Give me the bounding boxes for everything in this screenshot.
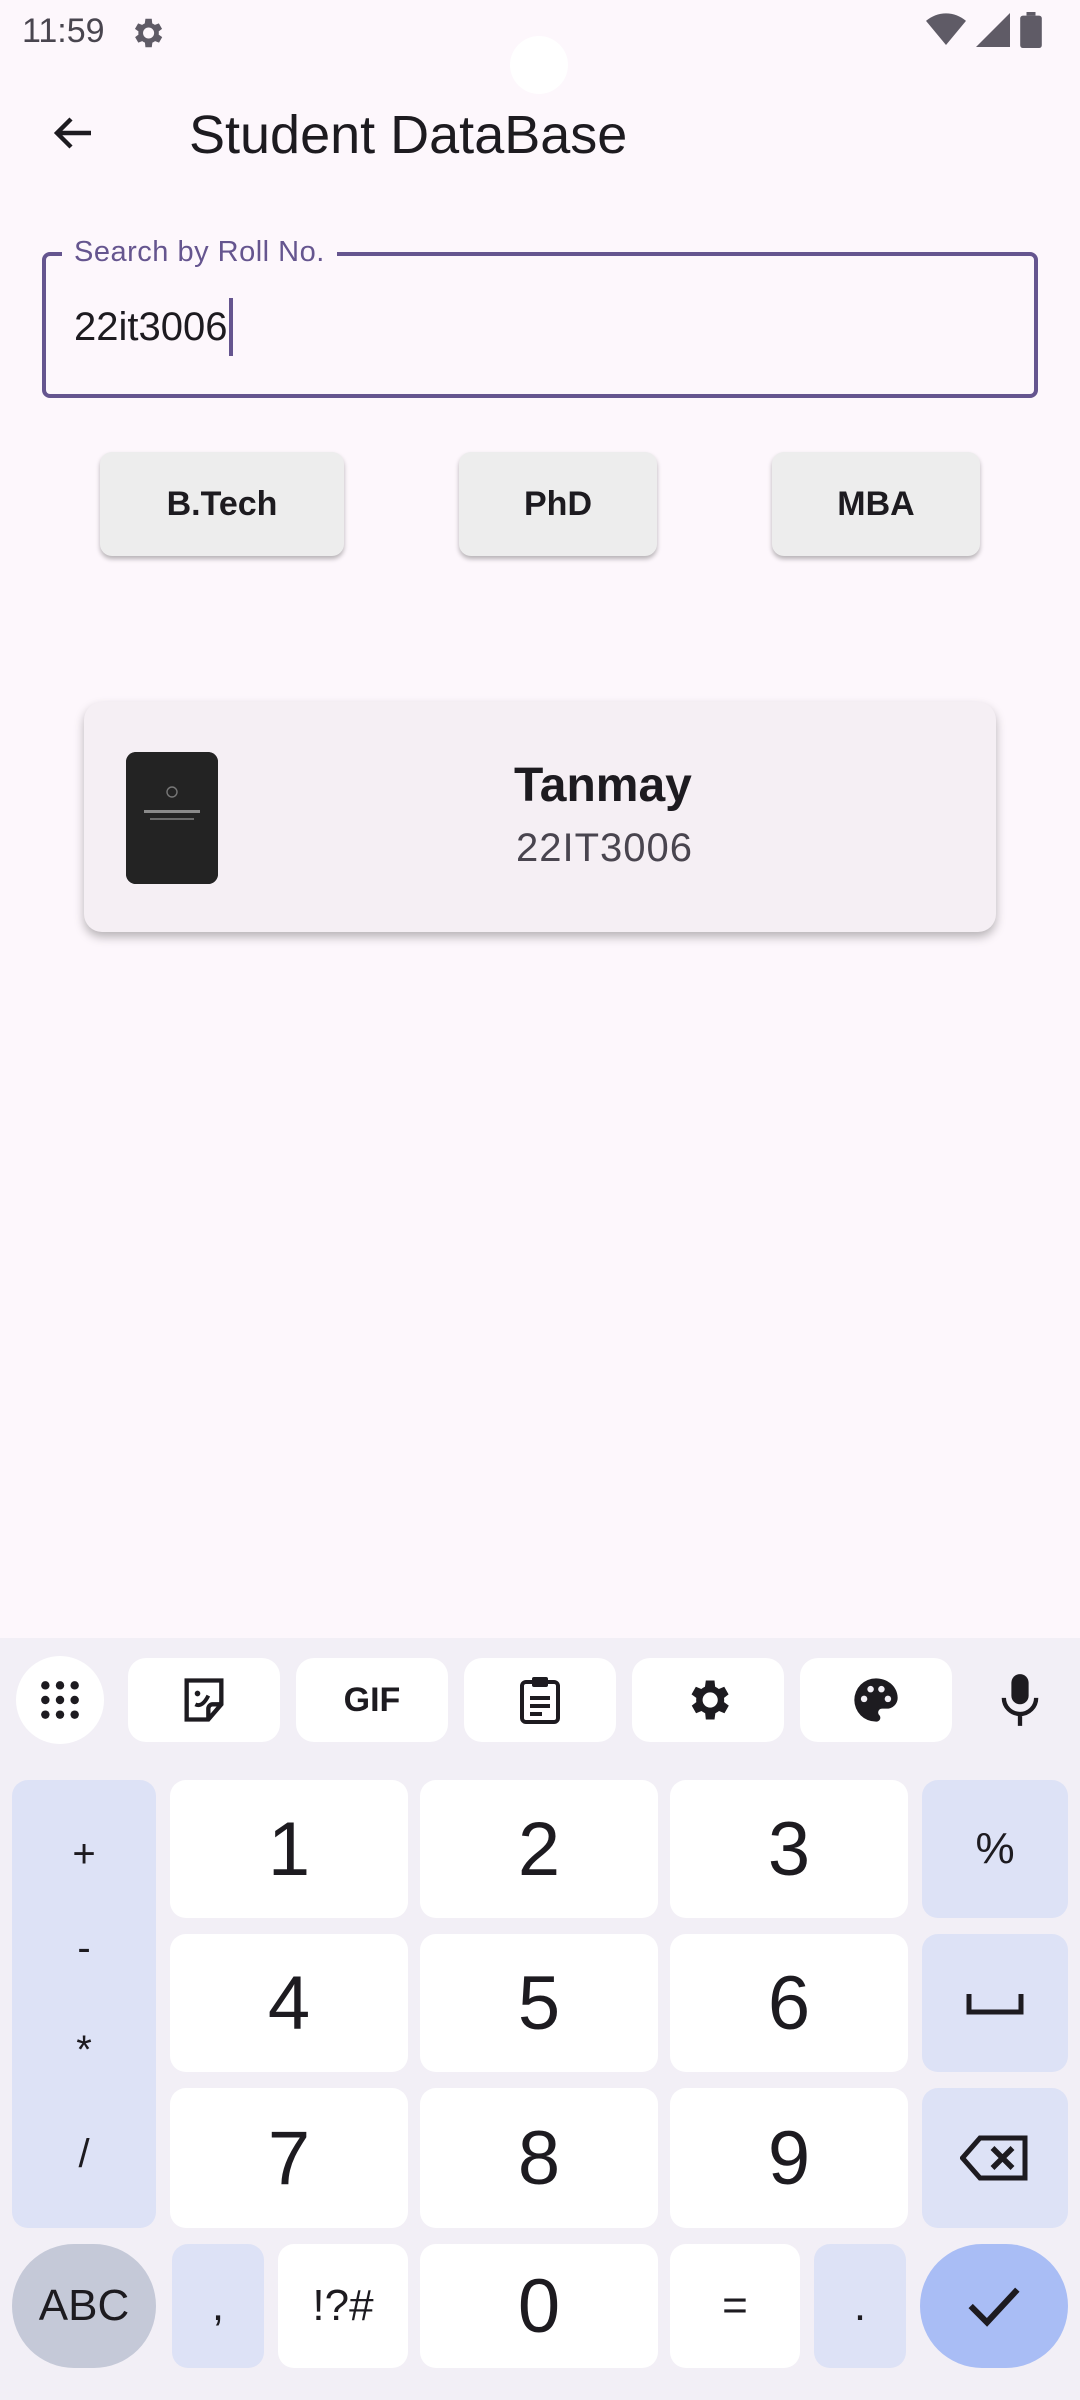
gif-button[interactable]: GIF [296, 1658, 448, 1742]
arrow-back-icon [53, 117, 91, 149]
key-3[interactable]: 3 [670, 1780, 908, 1918]
key-4[interactable]: 4 [170, 1934, 408, 2072]
symbols-column: + - * / [12, 1780, 156, 2228]
apps-grid-icon [41, 1681, 79, 1719]
settings-gear-icon [128, 14, 166, 52]
backspace-icon [960, 2135, 1028, 2181]
equals-key[interactable]: = [670, 2244, 800, 2368]
camera-cutout [510, 36, 568, 94]
btech-button[interactable]: B.Tech [100, 452, 344, 556]
status-icons [926, 12, 1042, 53]
keyboard-settings-button[interactable] [632, 1658, 784, 1742]
key-1[interactable]: 1 [170, 1780, 408, 1918]
battery-icon [1020, 12, 1042, 53]
status-time: 11:59 [22, 12, 105, 50]
key-7[interactable]: 7 [170, 2088, 408, 2228]
wifi-icon [926, 13, 966, 52]
sticker-icon [184, 1678, 224, 1722]
page-title: Student DataBase [189, 105, 628, 165]
key-9[interactable]: 9 [670, 2088, 908, 2228]
key-6[interactable]: 6 [670, 1934, 908, 2072]
sticker-button[interactable] [128, 1658, 280, 1742]
text-cursor [229, 298, 234, 356]
comma-key[interactable]: , [172, 2244, 264, 2368]
space-icon [966, 1994, 1024, 2015]
percent-key[interactable]: % [922, 1780, 1068, 1918]
phd-button[interactable]: PhD [459, 452, 657, 556]
clipboard-icon [520, 1677, 560, 1724]
voice-input-button[interactable] [972, 1658, 1068, 1742]
space-key[interactable] [922, 1934, 1068, 2072]
search-text: 22it3006 [74, 304, 228, 349]
student-avatar [126, 752, 218, 884]
multiply-key[interactable]: * [12, 2028, 156, 2073]
search-label: Search by Roll No. [62, 236, 337, 269]
abc-key[interactable]: ABC [12, 2244, 156, 2368]
student-name: Tanmay [514, 759, 692, 812]
key-5[interactable]: 5 [420, 1934, 658, 2072]
key-8[interactable]: 8 [420, 2088, 658, 2228]
check-icon [968, 2287, 1020, 2327]
minus-key[interactable]: - [12, 1926, 156, 1971]
mba-button[interactable]: MBA [772, 452, 980, 556]
plus-key[interactable]: + [12, 1832, 156, 1877]
key-0[interactable]: 0 [420, 2244, 658, 2368]
divide-key[interactable]: / [12, 2132, 156, 2177]
mic-icon [1001, 1674, 1039, 1726]
palette-icon [854, 1678, 898, 1722]
student-roll-number: 22IT3006 [516, 826, 694, 870]
key-2[interactable]: 2 [420, 1780, 658, 1918]
student-card[interactable] [84, 702, 996, 932]
theme-button[interactable] [800, 1658, 952, 1742]
signal-icon [976, 13, 1010, 52]
search-input-value[interactable]: 22it3006 [74, 298, 234, 356]
done-key[interactable] [920, 2244, 1068, 2368]
period-key[interactable]: . [814, 2244, 906, 2368]
settings-icon [691, 1680, 729, 1720]
back-button[interactable] [40, 100, 106, 166]
apps-grid-button[interactable] [16, 1656, 104, 1744]
backspace-key[interactable] [922, 2088, 1068, 2228]
gif-label: GIF [343, 1680, 401, 1719]
special-chars-key[interactable]: !?# [278, 2244, 408, 2368]
clipboard-button[interactable] [464, 1658, 616, 1742]
